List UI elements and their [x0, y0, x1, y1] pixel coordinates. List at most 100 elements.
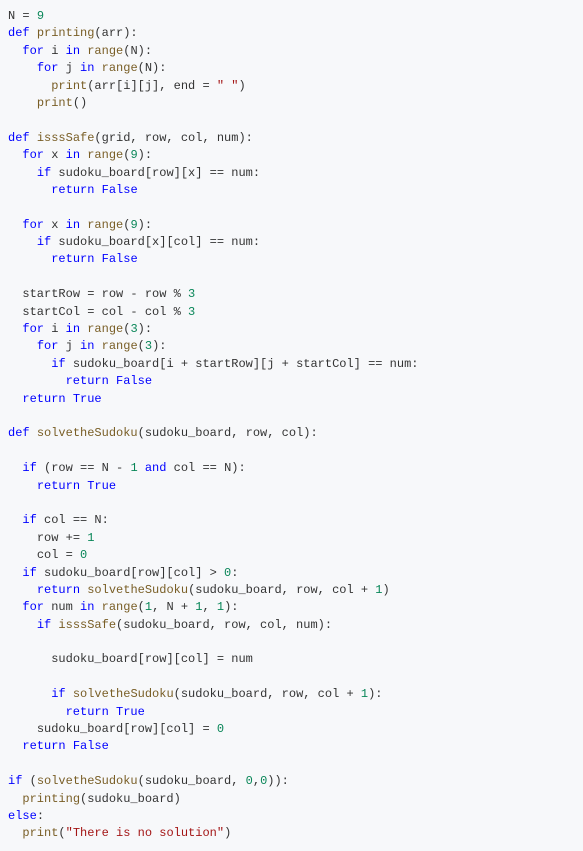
code-token: return [51, 252, 94, 266]
code-token: in [66, 322, 80, 336]
code-token [8, 183, 51, 197]
code-token: if [51, 687, 65, 701]
code-token: isssSafe [37, 131, 95, 145]
code-token: in [80, 600, 94, 614]
code-token [30, 131, 37, 145]
code-token: solvetheSudoku [37, 774, 138, 788]
code-token: 3 [130, 322, 137, 336]
code-token: printing [37, 26, 95, 40]
code-token [8, 705, 66, 719]
code-token: 9 [130, 148, 137, 162]
code-token: 3 [188, 287, 195, 301]
code-token: = [15, 9, 37, 23]
code-token: i [51, 44, 65, 58]
code-token: for [37, 339, 59, 353]
code-token [94, 600, 101, 614]
code-token [94, 252, 101, 266]
code-token [8, 357, 51, 371]
code-token: 9 [130, 218, 137, 232]
code-token [22, 774, 29, 788]
code-token [37, 566, 44, 580]
code-token: False [73, 739, 109, 753]
code-token: )): [267, 774, 289, 788]
code-token [8, 339, 37, 353]
code-token: if [37, 618, 51, 632]
code-token: j [66, 61, 80, 75]
code-token: range [87, 322, 123, 336]
code-token: range [102, 339, 138, 353]
code-token: (sudoku_board, row, col + [174, 687, 361, 701]
code-token [8, 322, 22, 336]
code-token [8, 287, 22, 301]
code-token: sudoku_board[row][x] == num: [58, 166, 260, 180]
code-token: solvetheSudoku [73, 687, 174, 701]
code-token: col == N: [44, 513, 109, 527]
code-token: () [73, 96, 87, 110]
code-token: startCol = col - col % [22, 305, 188, 319]
code-token: , N + [152, 600, 195, 614]
code-token: (sudoku_board, [138, 774, 246, 788]
code-token: print [37, 96, 73, 110]
code-token [109, 705, 116, 719]
code-token: 1 [87, 531, 94, 545]
code-token: return [66, 374, 109, 388]
code-token: if [51, 357, 65, 371]
code-token: i [51, 322, 65, 336]
code-token: in [66, 218, 80, 232]
code-block: N = 9 def printing(arr): for i in range(… [8, 8, 575, 843]
code-token: 1 [375, 583, 382, 597]
code-token [66, 687, 73, 701]
code-token: ): [224, 600, 238, 614]
code-token: 1 [145, 600, 152, 614]
code-token [8, 479, 37, 493]
code-token [30, 426, 37, 440]
code-token [8, 374, 66, 388]
code-token: (N): [123, 44, 152, 58]
code-token: (arr): [94, 26, 137, 40]
code-token: range [87, 148, 123, 162]
code-token [109, 374, 116, 388]
code-token: True [73, 392, 102, 406]
code-token: False [116, 374, 152, 388]
code-token [8, 392, 22, 406]
code-token: print [22, 826, 58, 840]
code-token [8, 61, 37, 75]
code-token: col == N): [174, 461, 246, 475]
code-token: return [51, 183, 94, 197]
code-token [66, 357, 73, 371]
code-token [8, 531, 37, 545]
code-token [8, 235, 37, 249]
code-token [94, 61, 101, 75]
code-token: (grid, row, col, num): [94, 131, 252, 145]
code-token: ( [138, 600, 145, 614]
code-token: if [22, 461, 36, 475]
code-token: if [37, 235, 51, 249]
code-token: range [102, 61, 138, 75]
code-token [8, 792, 22, 806]
code-token: startRow = row - row % [22, 287, 188, 301]
code-token: def [8, 131, 30, 145]
code-token [8, 618, 37, 632]
code-token [8, 548, 37, 562]
code-token: if [8, 774, 22, 788]
code-token: (sudoku_board, row, col + [188, 583, 375, 597]
code-token: def [8, 26, 30, 40]
code-token: sudoku_board[row][col] > [44, 566, 224, 580]
code-token [8, 583, 37, 597]
code-token [8, 513, 22, 527]
code-token [8, 79, 51, 93]
code-token: True [116, 705, 145, 719]
code-token: for [22, 218, 44, 232]
code-token: return [66, 705, 109, 719]
code-token: ( [138, 339, 145, 353]
code-token: x [51, 218, 65, 232]
code-token [8, 44, 22, 58]
code-token: in [66, 44, 80, 58]
code-token: False [102, 252, 138, 266]
code-token: and [145, 461, 167, 475]
code-token: in [80, 61, 94, 75]
code-token: return [22, 392, 65, 406]
code-token: def [8, 426, 30, 440]
code-token: for [22, 322, 44, 336]
code-token: in [66, 148, 80, 162]
